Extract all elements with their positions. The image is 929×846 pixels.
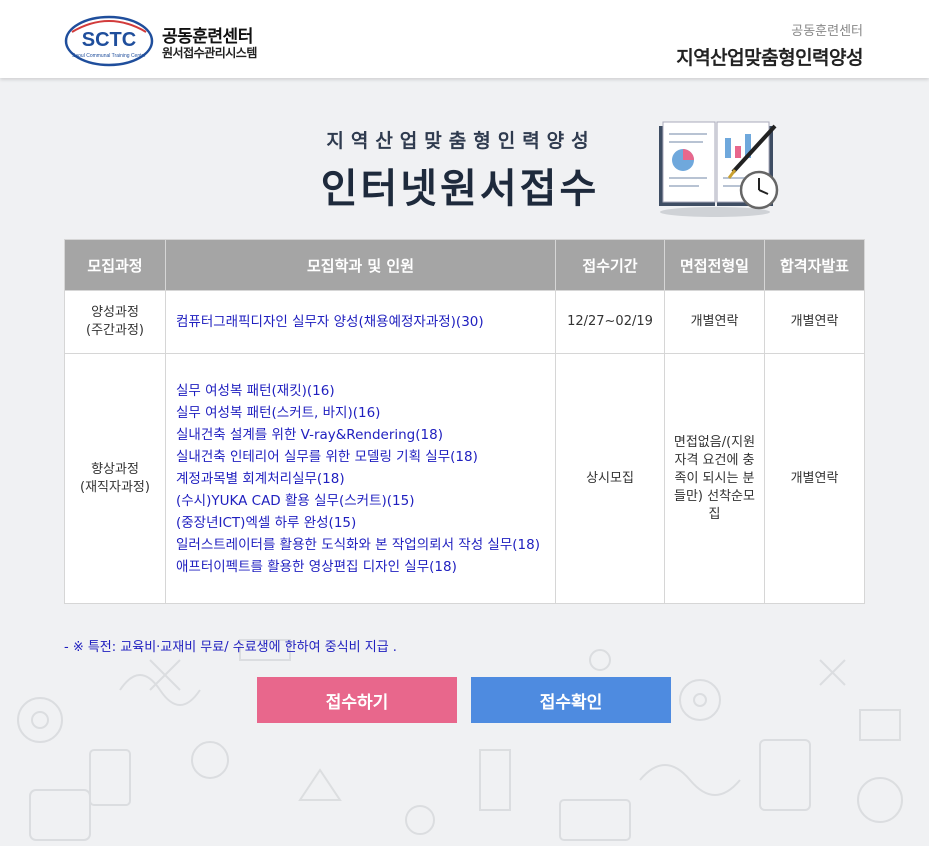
- benefit-note: - ※ 특전: 교육비·교재비 무료/ 수료생에 한하여 중식비 지급 .: [64, 640, 397, 655]
- course-link[interactable]: 실내건축 인테리어 실무를 위한 모델링 기획 실무(18): [176, 446, 545, 468]
- course-link[interactable]: 컴퓨터그래픽디자인 실무자 양성(채용예정자과정)(30): [176, 311, 545, 333]
- interview-date: 개별연락: [664, 290, 765, 354]
- sctc-logo-icon: SCTC Seoul Communal Training Center: [64, 15, 154, 67]
- course-link[interactable]: 실무 여성복 패턴(재킷)(16): [176, 380, 545, 402]
- course-link[interactable]: 실내건축 설계를 위한 V-ray&Rendering(18): [176, 424, 545, 446]
- table-row: 양성과정 (주간과정) 컴퓨터그래픽디자인 실무자 양성(채용예정자과정)(30…: [64, 290, 865, 354]
- application-period: 상시모집: [555, 353, 665, 604]
- header-result: 합격자발표: [764, 239, 865, 291]
- course-link[interactable]: (수시)YUKA CAD 활용 실무(스커트)(15): [176, 490, 545, 512]
- top-header: SCTC Seoul Communal Training Center 공동훈련…: [0, 0, 929, 78]
- result-date: 개별연락: [764, 290, 865, 354]
- header-subtitle: 공동훈련센터: [791, 24, 863, 39]
- apply-button[interactable]: 접수하기: [257, 677, 457, 723]
- course-link[interactable]: 일러스트레이터를 활용한 도식화와 본 작업의뢰서 작성 실무(18): [176, 534, 545, 556]
- course-list: 컴퓨터그래픽디자인 실무자 양성(채용예정자과정)(30): [165, 290, 556, 354]
- site-logo[interactable]: SCTC Seoul Communal Training Center 공동훈련…: [64, 14, 304, 68]
- header-interview: 면접전형일: [664, 239, 765, 291]
- course-link[interactable]: 실무 여성복 패턴(스커트, 바지)(16): [176, 402, 545, 424]
- result-date: 개별연락: [764, 353, 865, 604]
- table-header-row: 모집과정 모집학과 및 인원 접수기간 면접전형일 합격자발표: [64, 239, 865, 291]
- svg-text:Seoul Communal Training Center: Seoul Communal Training Center: [72, 53, 146, 59]
- course-category: 향상과정 (재직자과정): [64, 353, 166, 604]
- recruitment-table: 모집과정 모집학과 및 인원 접수기간 면접전형일 합격자발표 양성과정 (주간…: [64, 239, 865, 604]
- check-application-button[interactable]: 접수확인: [471, 677, 671, 723]
- course-category: 양성과정 (주간과정): [64, 290, 166, 354]
- course-link[interactable]: 애프터이펙트를 활용한 영상편집 디자인 실무(18): [176, 556, 545, 578]
- header-course-list: 모집학과 및 인원: [165, 239, 556, 291]
- hero-title: 인터넷원서접수: [320, 166, 600, 212]
- course-link[interactable]: 계정과목별 회계처리실무(18): [176, 468, 545, 490]
- table-row: 향상과정 (재직자과정) 실무 여성복 패턴(재킷)(16) 실무 여성복 패턴…: [64, 353, 865, 604]
- interview-date: 면접없음/(지원 자격 요건에 충족이 되시는 분들만) 선착순모집: [664, 353, 765, 604]
- header-title-block: 공동훈련센터 지역산업맞춤형인력양성: [676, 20, 863, 70]
- hero-subtitle: 지역산업맞춤형인력양성: [326, 130, 596, 152]
- svg-text:SCTC: SCTC: [82, 29, 136, 51]
- header-period: 접수기간: [555, 239, 665, 291]
- header-title: 지역산업맞춤형인력양성: [676, 47, 863, 69]
- course-list: 실무 여성복 패턴(재킷)(16) 실무 여성복 패턴(스커트, 바지)(16)…: [165, 353, 556, 604]
- header-course-type: 모집과정: [64, 239, 166, 291]
- document-clock-icon: [659, 121, 779, 217]
- application-period: 12/27~02/19: [555, 290, 665, 354]
- hero-section: 지역산업맞춤형인력양성 인터넷원서접수: [0, 118, 929, 218]
- course-link[interactable]: (중장년ICT)엑셀 하루 완성(15): [176, 512, 545, 534]
- system-name: 원서접수관리시스템: [162, 46, 257, 60]
